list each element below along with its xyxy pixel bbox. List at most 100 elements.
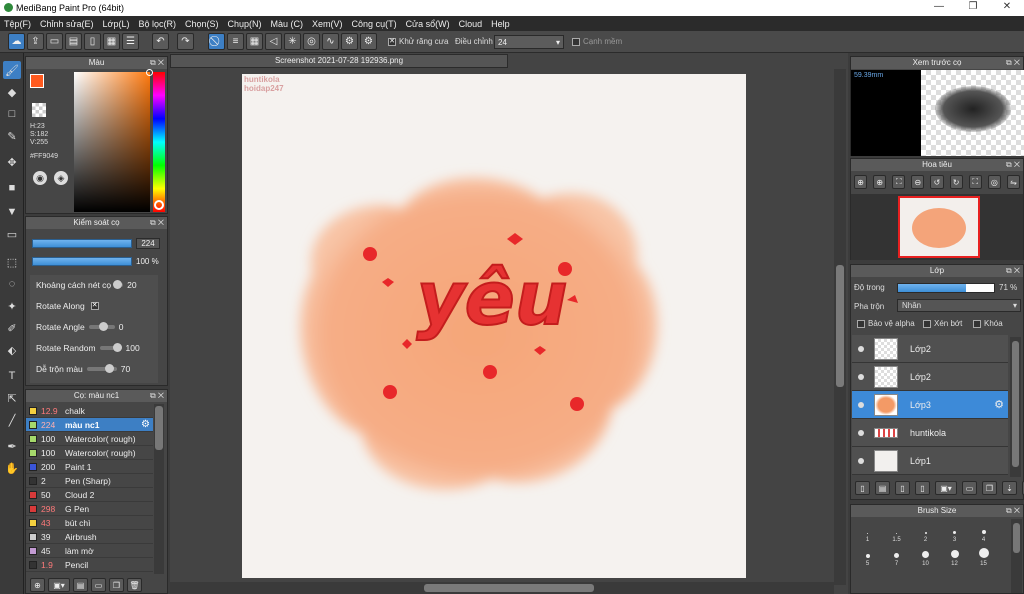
upload-icon[interactable]: ⇪: [27, 33, 44, 50]
hue-cursor[interactable]: [154, 200, 164, 210]
drawing-canvas[interactable]: yêu huntikola hoidap247: [242, 74, 746, 578]
redo-icon[interactable]: ↷: [177, 33, 194, 50]
brush-menu-icon[interactable]: ▣▾: [48, 578, 70, 592]
panel-close-icon[interactable]: ⧉ ✕: [150, 217, 164, 229]
snap-parallel-icon[interactable]: ≡: [227, 33, 244, 50]
move-tool-icon[interactable]: ✥: [3, 153, 21, 171]
menu-layer[interactable]: Lớp(L): [103, 19, 130, 29]
brush-tool-icon[interactable]: 🖌: [3, 61, 21, 79]
brush-size-option[interactable]: 1: [853, 519, 882, 543]
magic-wand-tool-icon[interactable]: ✦: [3, 297, 21, 315]
duplicate-layer-icon[interactable]: ❐: [982, 481, 997, 495]
blend-mode-select[interactable]: Nhân ▾: [897, 299, 1021, 312]
protect-alpha-toggle[interactable]: Bảo vệ alpha: [857, 319, 915, 328]
color-mix-slider[interactable]: [86, 364, 117, 373]
visibility-icon[interactable]: [858, 401, 864, 408]
zoom-in-2-icon[interactable]: ⊕: [873, 175, 887, 189]
brush-size-option[interactable]: 3: [940, 519, 969, 543]
eraser-tool-icon[interactable]: ◆: [3, 83, 21, 101]
canvas-vertical-scrollbar[interactable]: [834, 69, 846, 585]
menu-file[interactable]: Tệp(F): [4, 19, 31, 29]
visibility-icon[interactable]: [858, 345, 864, 352]
brush-properties-icon[interactable]: ▤: [73, 578, 88, 592]
layer-scrollbar[interactable]: [1010, 337, 1021, 477]
menu-cloud[interactable]: Cloud: [459, 19, 483, 29]
adjust-select[interactable]: 24 ▾: [494, 35, 564, 49]
brush-item-selected[interactable]: 224 màu nc1 ⚙: [26, 418, 153, 432]
panel-close-icon[interactable]: ⧉ ✕: [1006, 57, 1020, 69]
undo-icon[interactable]: ↶: [152, 33, 169, 50]
panel-close-icon[interactable]: ⧉ ✕: [150, 57, 164, 69]
new-halftone-layer-icon[interactable]: ▤: [875, 481, 890, 495]
divide-tool-icon[interactable]: ╱: [3, 411, 21, 429]
snap-radial-icon[interactable]: ✳: [284, 33, 301, 50]
rotate-random-slider[interactable]: [99, 343, 122, 352]
gradient-tool-icon[interactable]: ▭: [3, 225, 21, 243]
visibility-icon[interactable]: [858, 429, 864, 436]
brush-item[interactable]: 2 Pen (Sharp): [26, 474, 153, 488]
list-icon[interactable]: ☰: [122, 33, 139, 50]
rotate-right-icon[interactable]: ↻: [949, 175, 963, 189]
panel-close-icon[interactable]: ⧉ ✕: [150, 390, 164, 402]
brush-size-option[interactable]: 12: [940, 543, 969, 567]
cloud-icon[interactable]: ☁: [8, 33, 25, 50]
brush-item[interactable]: 100 Watercolor( rough): [26, 432, 153, 446]
snap-settings-icon[interactable]: ⚙: [341, 33, 358, 50]
brush-item[interactable]: 39 Airbrush: [26, 530, 153, 544]
panel-close-icon[interactable]: ⧉ ✕: [1006, 505, 1020, 517]
select-eraser-tool-icon[interactable]: ⬖: [3, 341, 21, 359]
brush-item[interactable]: 12.9 chalk: [26, 404, 153, 418]
hue-slider[interactable]: [153, 72, 165, 212]
brush-size-option[interactable]: 7: [882, 543, 911, 567]
menu-snap[interactable]: Chụp(N): [228, 19, 262, 29]
lasso-tool-icon[interactable]: ◌: [3, 275, 21, 293]
visibility-icon[interactable]: [858, 373, 864, 380]
palette-icon[interactable]: ◉: [33, 171, 47, 185]
rotate-along-checkbox[interactable]: ✕: [90, 302, 99, 310]
merge-layer-icon[interactable]: ⇣: [1002, 481, 1017, 495]
bucket-tool-icon[interactable]: ▼: [3, 203, 21, 221]
brush-size-option[interactable]: 4: [969, 519, 998, 543]
page-icon[interactable]: ▯: [84, 33, 101, 50]
brush-item[interactable]: 1.9 Pencil: [26, 558, 153, 572]
menu-window[interactable]: Cửa sổ(W): [406, 19, 450, 29]
navigator-view[interactable]: [851, 194, 1023, 260]
menu-view[interactable]: Xem(V): [312, 19, 343, 29]
pages-icon[interactable]: ▦: [103, 33, 120, 50]
snap-curve-icon[interactable]: ∿: [322, 33, 339, 50]
layer-item[interactable]: huntikola: [852, 419, 1008, 447]
canvas-horizontal-scrollbar[interactable]: [170, 582, 834, 594]
layer-folder-icon[interactable]: ▭: [962, 481, 977, 495]
brush-item[interactable]: 43 bút chì: [26, 516, 153, 530]
brush-folder-icon[interactable]: ▭: [91, 578, 106, 592]
sv-cursor[interactable]: [146, 69, 153, 76]
menu-select[interactable]: Chọn(S): [185, 19, 219, 29]
navigator-viewport[interactable]: [898, 196, 980, 258]
new-8bit-layer-icon[interactable]: ▯: [895, 481, 910, 495]
add-brush-icon[interactable]: ⊕: [30, 578, 45, 592]
new-layer-icon[interactable]: ▯: [855, 481, 870, 495]
brush-spacing-slider[interactable]: [113, 280, 124, 289]
brush-settings-gear-icon[interactable]: ⚙: [141, 419, 150, 430]
brush-size-option[interactable]: 2: [911, 519, 940, 543]
layer-menu-icon[interactable]: ▣▾: [935, 481, 957, 495]
new-1bit-layer-icon[interactable]: ▯: [915, 481, 930, 495]
menu-help[interactable]: Help: [491, 19, 510, 29]
fit-screen-icon[interactable]: ⛶: [892, 175, 906, 189]
brush-size-scrollbar[interactable]: [1011, 519, 1022, 593]
snap-off-icon[interactable]: ⃠: [208, 33, 225, 50]
layer-item[interactable]: Lớp2: [852, 363, 1008, 391]
panel-close-icon[interactable]: ⧉ ✕: [1006, 159, 1020, 171]
brush-copy-icon[interactable]: ❐: [109, 578, 124, 592]
menu-filter[interactable]: Bộ lọc(R): [138, 19, 176, 29]
comment-icon[interactable]: ▭: [46, 33, 63, 50]
brush-list-scrollbar[interactable]: [154, 404, 164, 574]
transparent-color-swatch[interactable]: [32, 103, 46, 117]
rotate-left-icon[interactable]: ↺: [930, 175, 944, 189]
brush-size-option[interactable]: 10: [911, 543, 940, 567]
gear-icon[interactable]: ⚙: [360, 33, 377, 50]
eyedropper-tool-icon[interactable]: ✒: [3, 437, 21, 455]
select-pen-tool-icon[interactable]: ✐: [3, 319, 21, 337]
actual-size-icon[interactable]: ⛶: [968, 175, 982, 189]
minimize-button[interactable]: —: [932, 1, 946, 12]
